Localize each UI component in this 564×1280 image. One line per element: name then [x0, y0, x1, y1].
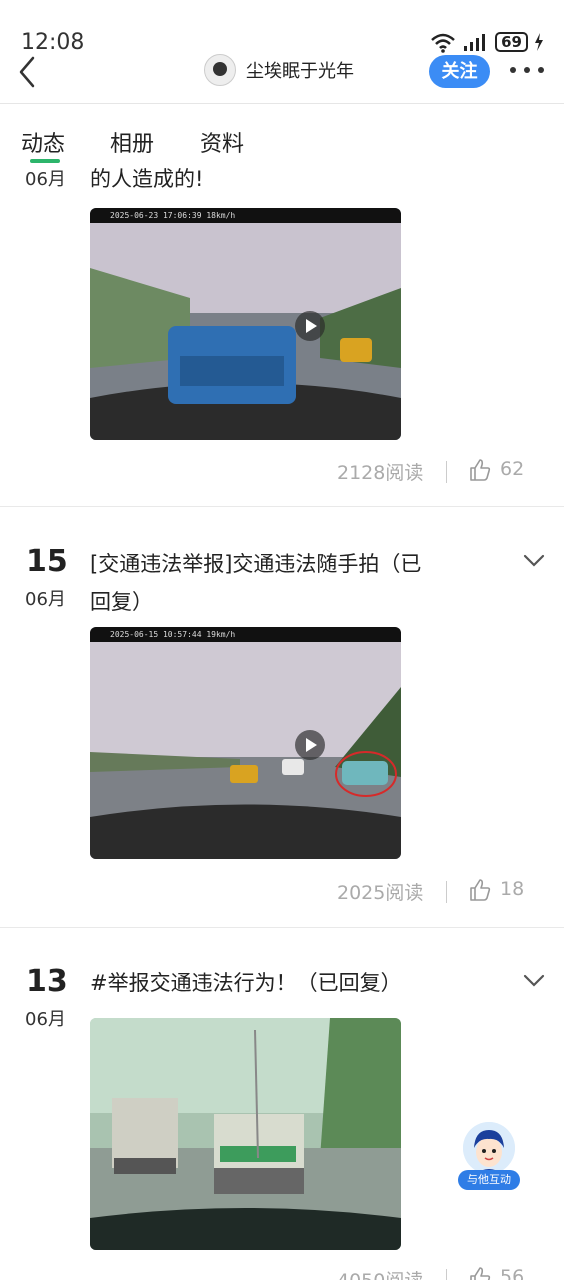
system-icons: 69 — [429, 31, 544, 53]
status-bar: 12:08 69 — [0, 0, 564, 55]
like-count: 62 — [500, 458, 525, 480]
post-title[interactable]: 的人造成的! — [90, 160, 490, 198]
video-thumbnail[interactable]: 2025-06-23 17:06:39 18km/h — [90, 208, 401, 440]
chevron-down-icon[interactable] — [520, 551, 548, 571]
dashcam-overlay: 2025-06-15 10:57:44 19km/h — [90, 627, 401, 642]
wifi-icon — [431, 33, 455, 53]
dashcam-overlay: 2025-06-23 17:06:39 18km/h — [90, 208, 401, 223]
chevron-down-icon[interactable] — [520, 971, 548, 991]
photo-thumbnail[interactable] — [90, 1018, 401, 1250]
like-count: 18 — [500, 878, 525, 900]
stats-divider — [446, 881, 447, 903]
post-divider — [0, 927, 564, 928]
interact-label: 与他互动 — [458, 1170, 520, 1190]
interact-button[interactable]: 与他互动 — [458, 1120, 520, 1192]
battery-icon: 69 — [495, 32, 528, 52]
cell-signal-icon — [464, 34, 486, 51]
video-thumbnail[interactable]: 2025-06-15 10:57:44 19km/h — [90, 627, 401, 859]
username: 尘埃眠于光年 — [246, 61, 354, 82]
post-stats: 2025阅读 18 — [0, 878, 564, 908]
post-divider — [0, 506, 564, 507]
assistant-avatar-icon[interactable] — [463, 1122, 515, 1174]
charging-icon — [535, 33, 543, 51]
read-count: 2128阅读 — [337, 462, 424, 484]
stats-divider — [446, 461, 447, 483]
play-icon[interactable] — [295, 311, 325, 341]
read-count: 4050阅读 — [337, 1266, 423, 1280]
post-month: 06月 — [25, 1009, 66, 1030]
tab-profile[interactable]: 资料 — [200, 126, 244, 158]
profile-header[interactable]: 尘埃眠于光年 — [204, 54, 354, 86]
avatar[interactable] — [204, 54, 236, 86]
post-month: 06月 — [25, 169, 66, 190]
tab-album[interactable]: 相册 — [110, 126, 154, 158]
tab-activity[interactable]: 动态 — [21, 126, 65, 158]
post-day: 13 — [26, 964, 68, 999]
more-icon[interactable] — [507, 60, 547, 80]
profile-tabs: 动态 相册 资料 — [0, 126, 564, 163]
thumbs-up-icon[interactable] — [469, 878, 491, 902]
tab-indicator — [30, 159, 60, 163]
post-title[interactable]: [交通违法举报]交通违法随手拍（已回复） — [90, 545, 430, 621]
stats-divider — [446, 1269, 447, 1280]
back-icon[interactable] — [14, 54, 44, 90]
thumbs-up-icon[interactable] — [469, 1266, 491, 1280]
like-count: 56 — [500, 1266, 525, 1280]
post-month: 06月 — [25, 589, 66, 610]
post-stats: 4050阅读 56 — [0, 1266, 564, 1280]
read-count: 2025阅读 — [337, 882, 424, 904]
post-day: 15 — [26, 544, 68, 579]
follow-button[interactable]: 关注 — [429, 55, 490, 88]
post-stats: 2128阅读 62 — [0, 458, 564, 488]
play-icon[interactable] — [295, 730, 325, 760]
post-title[interactable]: #举报交通违法行为！（已回复） — [90, 964, 510, 1002]
thumbs-up-icon[interactable] — [469, 458, 491, 482]
nav-bar: 尘埃眠于光年 关注 — [0, 52, 564, 104]
